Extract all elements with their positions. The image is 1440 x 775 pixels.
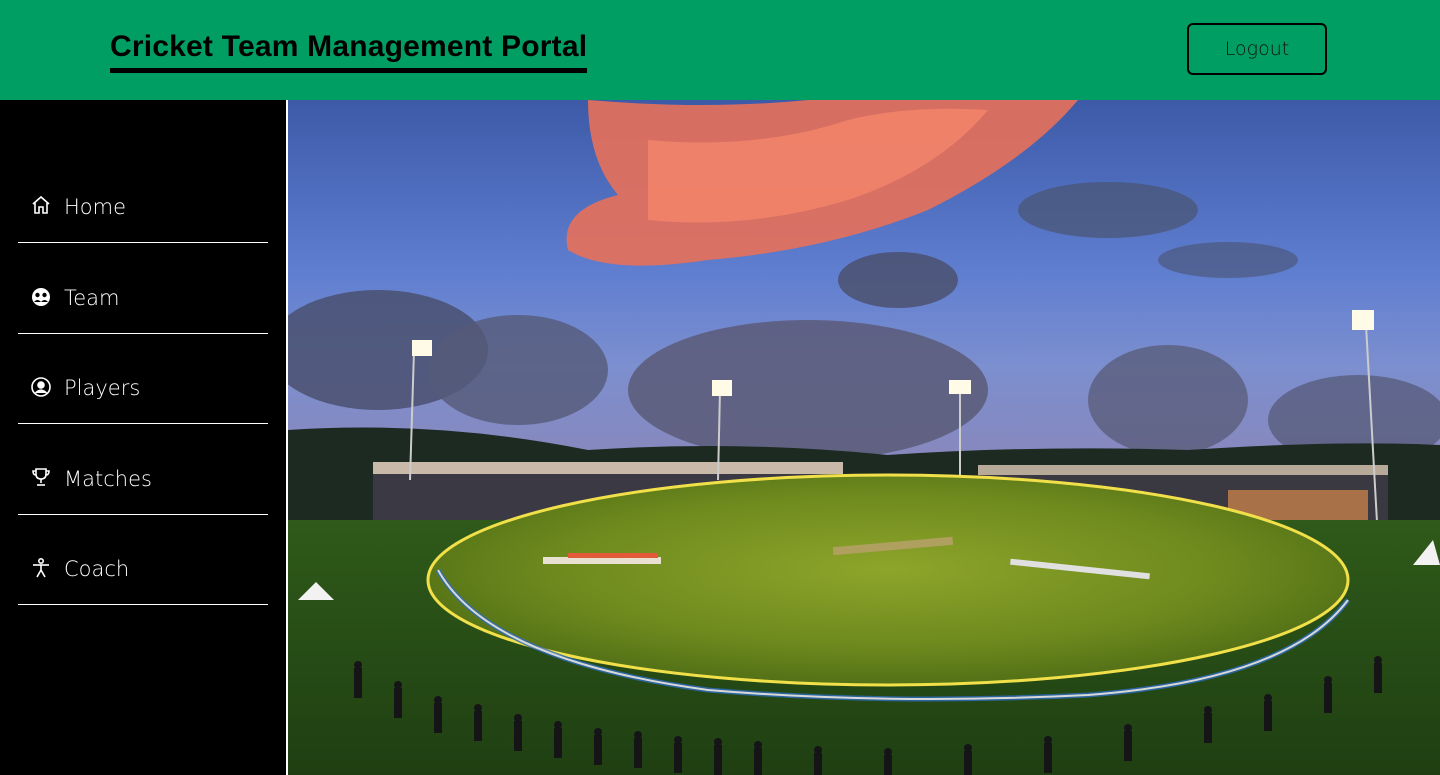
home-icon	[30, 194, 52, 216]
sidebar-item-label: Home	[64, 195, 127, 219]
sidebar-item-home[interactable]: Home	[18, 152, 268, 243]
team-icon	[30, 286, 52, 308]
sidebar-item-label: Players	[64, 376, 141, 400]
sidebar-item-label: Matches	[64, 467, 152, 491]
sidebar-item-label: Team	[64, 286, 120, 310]
sidebar-item-team[interactable]: Team	[18, 243, 268, 334]
header-bar: Cricket Team Management Portal Logout	[0, 0, 1440, 100]
page-title: Cricket Team Management Portal	[110, 30, 588, 73]
sidebar-item-players[interactable]: Players	[18, 333, 268, 424]
player-icon	[30, 376, 52, 398]
sidebar-item-label: Coach	[64, 557, 130, 581]
stadium-hero-image	[288, 100, 1440, 775]
sidebar-item-coach[interactable]: Coach	[18, 514, 268, 605]
logout-button[interactable]: Logout	[1187, 23, 1327, 75]
sidebar-item-matches[interactable]: Matches	[18, 424, 268, 515]
trophy-icon	[30, 466, 52, 488]
sidebar: Home Team Players Matches Coach	[0, 100, 286, 775]
coach-icon	[30, 557, 52, 579]
